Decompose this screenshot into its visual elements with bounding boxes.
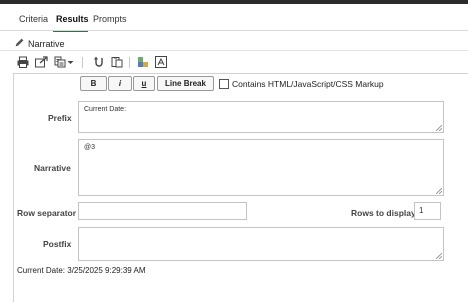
italic-button[interactable]: i: [108, 76, 132, 91]
pencil-icon: [14, 37, 25, 50]
markup-checkbox[interactable]: [219, 79, 229, 89]
row-separator-input[interactable]: [78, 202, 247, 220]
chevron-down-icon[interactable]: [66, 55, 75, 69]
tab-criteria[interactable]: Criteria: [19, 14, 48, 24]
properties-icon[interactable]: [136, 55, 150, 69]
prefix-label: Prefix: [48, 113, 72, 123]
narrative-textarea[interactable]: @3: [78, 139, 444, 196]
underline-button[interactable]: u: [133, 76, 155, 91]
rows-to-display-input[interactable]: 1: [414, 202, 441, 220]
toolbar-separator-2: [129, 57, 130, 68]
view-title: Narrative: [14, 37, 65, 50]
format-icon[interactable]: [53, 55, 67, 69]
toolbar-separator: [82, 57, 83, 68]
title-divider: [0, 50, 468, 51]
markup-checkbox-label: Contains HTML/JavaScript/CSS Markup: [232, 79, 384, 89]
narrative-value: @3: [84, 144, 95, 151]
row-separator-label: Row separator: [17, 208, 77, 218]
print-icon[interactable]: [16, 55, 30, 69]
postfix-textarea[interactable]: [78, 227, 444, 261]
resize-grip-icon[interactable]: [436, 125, 442, 131]
chart-icon[interactable]: [154, 55, 168, 69]
resize-grip-icon[interactable]: [436, 253, 442, 259]
undo-icon[interactable]: [92, 55, 106, 69]
prefix-textarea[interactable]: Current Date:: [78, 101, 444, 133]
bold-button[interactable]: B: [80, 76, 107, 91]
line-break-button[interactable]: Line Break: [157, 76, 214, 91]
paste-icon[interactable]: [110, 55, 124, 69]
export-icon[interactable]: [34, 55, 48, 69]
toolbar: [0, 53, 468, 71]
prefix-value: Current Date:: [84, 106, 127, 113]
postfix-label: Postfix: [43, 239, 72, 249]
tab-divider: [0, 30, 468, 31]
tab-results[interactable]: Results: [56, 14, 89, 24]
rows-to-display-label: Rows to display: [351, 208, 416, 218]
narrative-preview: Current Date: 3/25/2025 9:29:39 AM: [17, 266, 146, 275]
narrative-label: Narrative: [34, 163, 71, 173]
tab-prompts[interactable]: Prompts: [93, 14, 127, 24]
view-title-text: Narrative: [28, 38, 65, 49]
tab-bar: Criteria Results Prompts: [0, 4, 468, 32]
resize-grip-icon[interactable]: [436, 188, 442, 194]
